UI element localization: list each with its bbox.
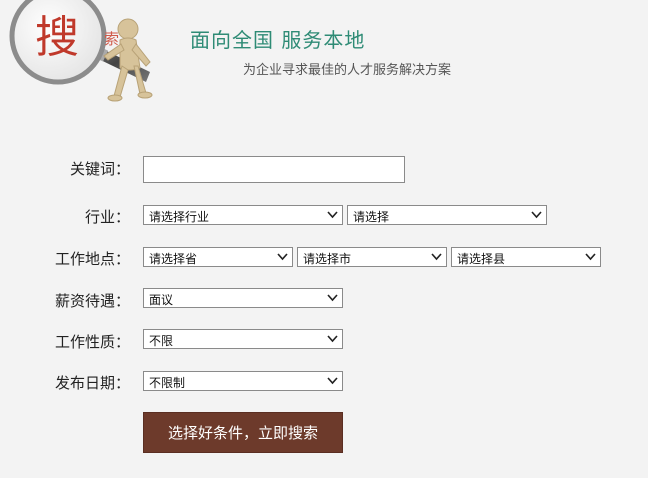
province-select[interactable]: 请选择省 xyxy=(143,247,293,267)
salary-select[interactable]: 面议 xyxy=(143,288,343,308)
chevron-down-icon xyxy=(327,377,338,385)
chevron-down-icon xyxy=(327,294,338,302)
keyword-input[interactable] xyxy=(143,156,405,183)
salary-select-value: 面议 xyxy=(149,293,174,307)
subheadline: 为企业寻求最佳的人才服务解决方案 xyxy=(243,63,452,78)
job-type-select[interactable]: 不限 xyxy=(143,329,343,349)
keyword-label: 关键词： xyxy=(69,160,130,178)
headline: 面向全国 服务本地 xyxy=(190,28,366,52)
post-date-label: 发布日期： xyxy=(54,374,130,392)
chevron-down-icon xyxy=(327,211,338,219)
chevron-down-icon xyxy=(585,253,596,261)
logo-char-big: 搜 xyxy=(35,12,79,63)
industry-select-value: 请选择行业 xyxy=(149,210,210,224)
logo-char-small: 索 xyxy=(104,30,119,48)
post-date-select-value: 不限制 xyxy=(149,376,186,390)
search-submit-button[interactable]: 选择好条件，立即搜索 xyxy=(143,412,343,453)
job-type-select-value: 不限 xyxy=(149,334,174,348)
job-type-label: 工作性质： xyxy=(54,333,130,351)
search-logo: 搜 索 xyxy=(9,0,153,102)
province-select-value: 请选择省 xyxy=(149,252,198,266)
county-select-value: 请选择县 xyxy=(457,252,506,266)
chevron-down-icon xyxy=(327,335,338,343)
salary-label: 薪资待遇： xyxy=(54,292,130,310)
chevron-down-icon xyxy=(277,253,288,261)
location-label: 工作地点： xyxy=(54,250,130,268)
city-select-value: 请选择市 xyxy=(303,252,352,266)
city-select[interactable]: 请选择市 xyxy=(297,247,447,267)
post-date-select[interactable]: 不限制 xyxy=(143,371,343,391)
sub-industry-select-value: 请选择 xyxy=(353,210,390,224)
county-select[interactable]: 请选择县 xyxy=(451,247,601,267)
industry-select[interactable]: 请选择行业 xyxy=(143,205,343,225)
sub-industry-select[interactable]: 请选择 xyxy=(347,205,547,225)
chevron-down-icon xyxy=(531,211,542,219)
chevron-down-icon xyxy=(431,253,442,261)
industry-label: 行业： xyxy=(84,208,130,226)
